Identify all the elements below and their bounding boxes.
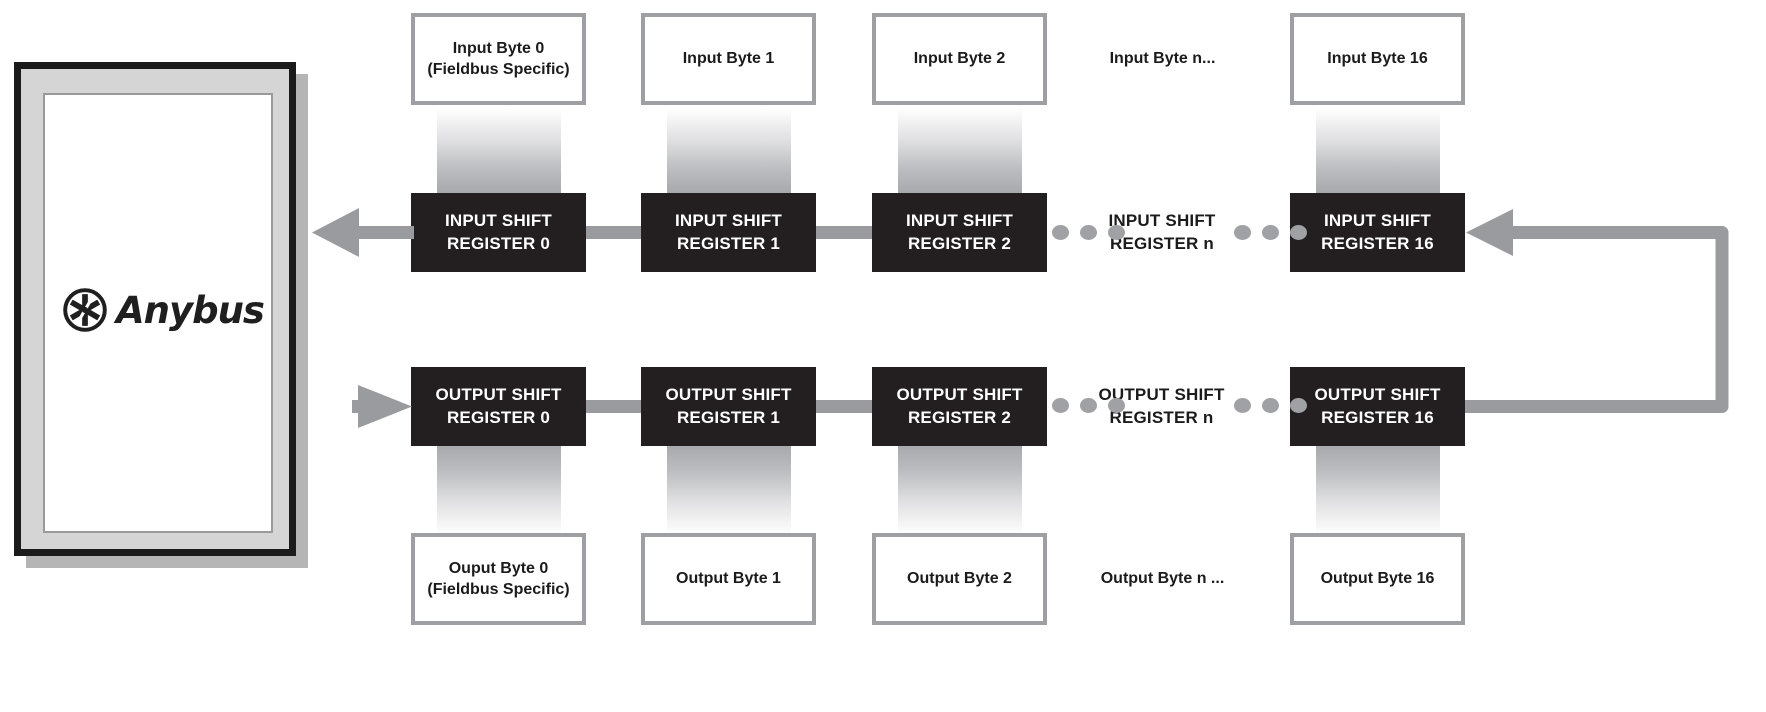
input-byte-16-line1: Input Byte 16 xyxy=(1327,50,1428,68)
input-ellipsis-left xyxy=(1052,225,1125,240)
dot xyxy=(1108,398,1125,413)
dot xyxy=(1262,398,1279,413)
input-register-1-line1: INPUT SHIFT xyxy=(674,211,783,231)
input-byte-0-line1: Input Byte 0 xyxy=(452,39,545,57)
dot xyxy=(1262,225,1279,240)
input-register-1-line2: REGISTER 1 xyxy=(676,233,781,253)
dot xyxy=(1080,225,1097,240)
input-byte-box-16: Input Byte 16 xyxy=(1290,13,1465,105)
input-link-0-1 xyxy=(580,226,650,239)
output-byte-0-line1: Ouput Byte 0 xyxy=(448,559,549,577)
output-register-1-line2: REGISTER 1 xyxy=(676,407,781,427)
input-byte-n-line1: Input Byte n... xyxy=(1109,50,1216,68)
output-register-16-line1: OUTPUT SHIFT xyxy=(1314,385,1441,405)
connector-output-0 xyxy=(437,446,561,535)
input-byte-2-line1: Input Byte 2 xyxy=(913,50,1006,68)
connector-output-1 xyxy=(667,446,791,535)
dot xyxy=(1052,225,1069,240)
output-shift-register-2: OUTPUT SHIFT REGISTER 2 xyxy=(872,367,1047,446)
connector-input-16 xyxy=(1316,108,1440,193)
dot xyxy=(1234,225,1251,240)
input-register-0-line1: INPUT SHIFT xyxy=(444,211,553,231)
connector-input-0 xyxy=(437,108,561,193)
dot xyxy=(1052,398,1069,413)
output-byte-n-line1: Output Byte n ... xyxy=(1100,570,1225,588)
dot xyxy=(1080,398,1097,413)
output-byte-2-line1: Output Byte 2 xyxy=(907,570,1012,588)
output-byte-box-0: Ouput Byte 0 (Fieldbus Specific) xyxy=(411,533,586,625)
output-byte-box-2: Output Byte 2 xyxy=(872,533,1047,625)
output-register-n-line2: REGISTER n xyxy=(1109,407,1214,427)
output-register-1-line1: OUTPUT SHIFT xyxy=(665,385,792,405)
input-byte-0-line2: (Fieldbus Specific) xyxy=(427,61,570,78)
input-byte-box-0: Input Byte 0 (Fieldbus Specific) xyxy=(411,13,586,105)
input-register-2-line2: REGISTER 2 xyxy=(907,233,1012,253)
output-ellipsis-right xyxy=(1234,398,1307,413)
output-register-0-line2: REGISTER 0 xyxy=(446,407,551,427)
output-link-1-2 xyxy=(810,400,880,413)
output-register-2-line2: REGISTER 2 xyxy=(907,407,1012,427)
feedback-loop-path xyxy=(1465,209,1729,413)
input-shift-register-1: INPUT SHIFT REGISTER 1 xyxy=(641,193,816,272)
output-byte-16-line1: Output Byte 16 xyxy=(1320,570,1435,588)
input-shift-register-16: INPUT SHIFT REGISTER 16 xyxy=(1290,193,1465,272)
output-ellipsis-left xyxy=(1052,398,1125,413)
input-register-0-line2: REGISTER 0 xyxy=(446,233,551,253)
input-register-2-line1: INPUT SHIFT xyxy=(905,211,1014,231)
output-link-0-1 xyxy=(580,400,650,413)
output-shift-register-0: OUTPUT SHIFT REGISTER 0 xyxy=(411,367,586,446)
dot xyxy=(1234,398,1251,413)
input-ellipsis-right xyxy=(1234,225,1307,240)
input-shift-register-2: INPUT SHIFT REGISTER 2 xyxy=(872,193,1047,272)
output-register-16-line2: REGISTER 16 xyxy=(1321,407,1434,427)
output-byte-1-line1: Output Byte 1 xyxy=(676,570,781,588)
dot xyxy=(1108,225,1125,240)
anybus-logo: Anybus xyxy=(63,288,265,332)
output-byte-label-n: Output Byte n ... xyxy=(1080,533,1245,625)
output-shift-register-1: OUTPUT SHIFT REGISTER 1 xyxy=(641,367,816,446)
output-byte-box-1: Output Byte 1 xyxy=(641,533,816,625)
output-shift-register-16: OUTPUT SHIFT REGISTER 16 xyxy=(1290,367,1465,446)
output-register-2-line1: OUTPUT SHIFT xyxy=(896,385,1023,405)
output-byte-box-16: Output Byte 16 xyxy=(1290,533,1465,625)
input-shift-register-0: INPUT SHIFT REGISTER 0 xyxy=(411,193,586,272)
diagram-canvas: Anybus Input Byte 0 (Fieldbus Specific) … xyxy=(0,0,1766,712)
input-register-16-line2: REGISTER 16 xyxy=(1321,233,1434,253)
connector-input-2 xyxy=(898,108,1022,193)
dot xyxy=(1290,398,1307,413)
input-link-1-2 xyxy=(810,226,880,239)
input-register-n-line2: REGISTER n xyxy=(1109,233,1214,253)
output-register-0-line1: OUTPUT SHIFT xyxy=(435,385,562,405)
output-byte-0-line2: (Fieldbus Specific) xyxy=(427,581,570,598)
input-byte-box-2: Input Byte 2 xyxy=(872,13,1047,105)
input-byte-1-line1: Input Byte 1 xyxy=(682,50,775,68)
anybus-logo-text: Anybus xyxy=(116,288,265,332)
anybus-asterisk-logo-icon xyxy=(63,288,107,332)
input-arrow-to-module xyxy=(312,208,414,257)
dot xyxy=(1290,225,1307,240)
output-arrow-from-module xyxy=(352,385,412,428)
connector-output-16 xyxy=(1316,446,1440,535)
connector-output-2 xyxy=(898,446,1022,535)
connector-input-1 xyxy=(667,108,791,193)
input-register-16-line1: INPUT SHIFT xyxy=(1323,211,1432,231)
input-byte-label-n: Input Byte n... xyxy=(1085,13,1240,105)
input-byte-box-1: Input Byte 1 xyxy=(641,13,816,105)
